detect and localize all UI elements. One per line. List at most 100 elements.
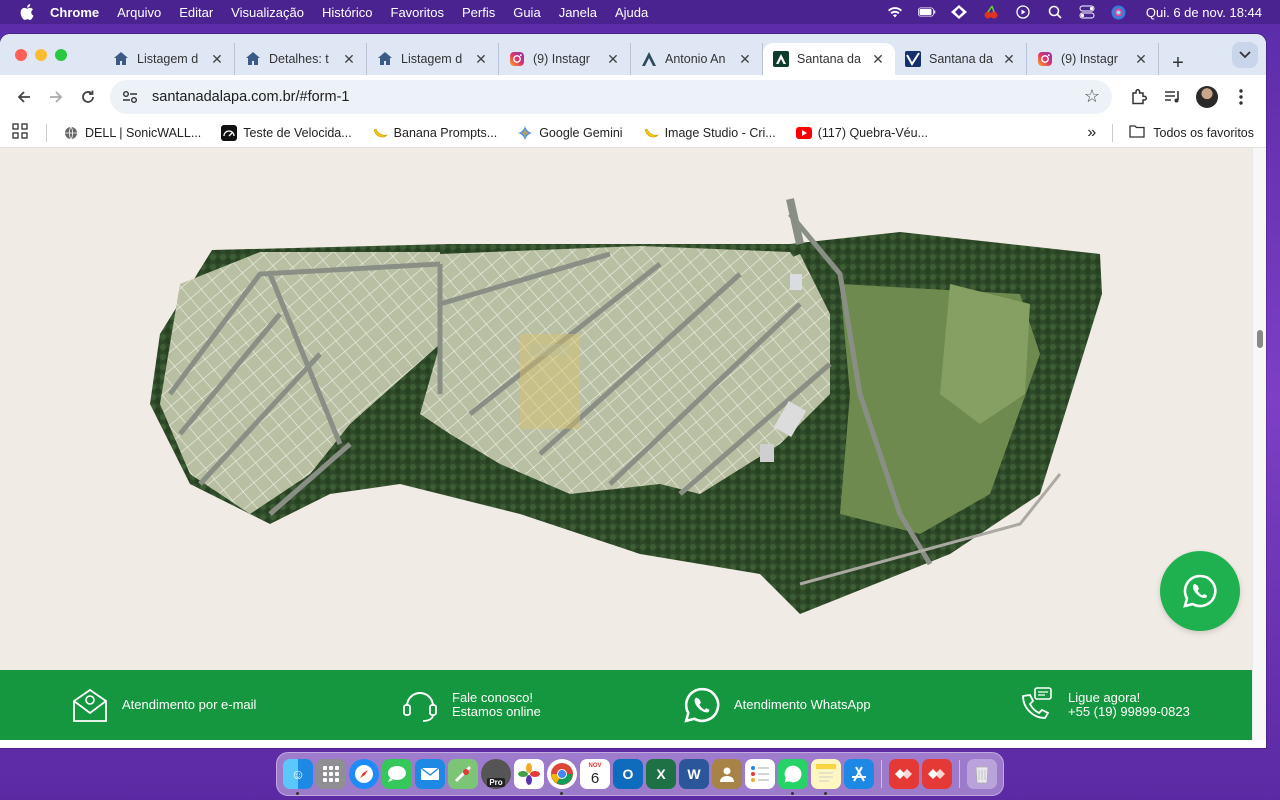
profile-avatar[interactable] — [1190, 81, 1224, 113]
tab-close-icon[interactable]: ✕ — [1002, 51, 1016, 68]
dock-launchpad-icon[interactable] — [316, 759, 346, 789]
control-center-icon[interactable] — [1078, 5, 1096, 19]
dock-app-store-icon[interactable] — [844, 759, 874, 789]
calendar-day: 6 — [590, 770, 600, 787]
dock-chrome-icon[interactable] — [547, 759, 577, 795]
tab-listagem-2[interactable]: Listagem d ✕ — [367, 43, 499, 75]
dock-contacts-icon[interactable] — [712, 759, 742, 789]
bookmark-dell-sonicwall[interactable]: DELL | SonicWALL... — [63, 125, 201, 141]
bookmark-google-gemini[interactable]: Google Gemini — [517, 124, 623, 141]
house-icon — [113, 51, 129, 67]
contact-online[interactable]: Fale conosco! Estamos online — [400, 685, 541, 725]
tab-close-icon[interactable]: ✕ — [1134, 51, 1148, 68]
media-control-icon[interactable] — [1156, 81, 1190, 113]
tab-listagem-1[interactable]: Listagem d ✕ — [103, 43, 235, 75]
dock-reminders-icon[interactable] — [745, 759, 775, 789]
dock-excel-icon[interactable]: X — [646, 759, 676, 789]
tab-close-icon[interactable]: ✕ — [606, 51, 620, 68]
siri-icon[interactable] — [1110, 5, 1128, 19]
wifi-icon[interactable] — [886, 5, 904, 19]
dock-calendar-icon[interactable]: NOV 6 — [580, 759, 610, 789]
diamond-app-icon[interactable] — [950, 5, 968, 19]
scrollbar-thumb[interactable] — [1257, 330, 1263, 348]
tab-close-icon[interactable]: ✕ — [738, 51, 752, 68]
bookmark-teste-velocidade[interactable]: Teste de Velocida... — [221, 124, 352, 141]
tab-antonio[interactable]: Antonio An ✕ — [631, 43, 763, 75]
apple-icon[interactable] — [20, 4, 36, 20]
page-scrollbar[interactable] — [1252, 148, 1266, 740]
minimize-window-button[interactable] — [35, 48, 47, 61]
dock-finder-icon[interactable]: ☺ — [283, 759, 313, 795]
all-bookmarks-label: Todos os favoritos — [1153, 125, 1254, 140]
dock-safari-icon[interactable] — [349, 759, 379, 789]
bookmark-banana-prompts[interactable]: Banana Prompts... — [372, 125, 497, 141]
spotlight-search-icon[interactable] — [1046, 5, 1064, 19]
tab-instagram-2[interactable]: (9) Instagr ✕ — [1027, 43, 1159, 75]
site-settings-icon[interactable] — [122, 90, 140, 104]
dock-outlook-icon[interactable]: O — [613, 759, 643, 789]
contact-phone[interactable]: Ligue agora! +55 (19) 99899-0823 — [1016, 685, 1190, 725]
tab-detalhes[interactable]: Detalhes: t ✕ — [235, 43, 367, 75]
menu-editar[interactable]: Editar — [179, 5, 213, 20]
all-bookmarks-folder[interactable]: Todos os favoritos — [1129, 124, 1254, 141]
bookmark-image-studio[interactable]: Image Studio - Cri... — [643, 125, 776, 141]
dock-mail-icon[interactable] — [415, 759, 445, 789]
reload-button[interactable] — [72, 81, 104, 113]
extensions-puzzle-icon[interactable] — [1122, 81, 1156, 113]
menu-ajuda[interactable]: Ajuda — [615, 5, 648, 20]
menu-historico[interactable]: Histórico — [322, 5, 373, 20]
dock-messages-icon[interactable] — [382, 759, 412, 789]
forward-button[interactable] — [40, 81, 72, 113]
tab-title: Detalhes: t — [269, 52, 329, 66]
headset-icon — [400, 685, 440, 725]
dock-pro-app-icon[interactable]: Pro — [481, 759, 511, 789]
apps-grid-icon[interactable] — [12, 123, 28, 142]
menu-guia[interactable]: Guia — [513, 5, 540, 20]
tab-close-icon[interactable]: ✕ — [474, 51, 488, 68]
tab-close-icon[interactable]: ✕ — [342, 51, 356, 68]
menu-app-name[interactable]: Chrome — [50, 5, 99, 20]
contact-online-line2: Estamos online — [452, 704, 541, 719]
tab-instagram-1[interactable]: (9) Instagr ✕ — [499, 43, 631, 75]
browser-toolbar: santanadalapa.com.br/#form-1 ☆ — [0, 75, 1266, 118]
play-circle-icon[interactable] — [1014, 5, 1032, 19]
dock-anydesk-icon-1[interactable] — [889, 759, 919, 789]
contact-email[interactable]: Atendimento por e-mail — [70, 685, 256, 725]
tab-santana-2[interactable]: Santana da ✕ — [895, 43, 1027, 75]
tab-close-icon[interactable]: ✕ — [871, 51, 885, 68]
santana-blue-logo-icon — [905, 51, 921, 67]
menu-visualizacao[interactable]: Visualização — [231, 5, 304, 20]
close-window-button[interactable] — [15, 48, 27, 61]
maximize-window-button[interactable] — [55, 48, 67, 61]
dock-word-icon[interactable]: W — [679, 759, 709, 789]
address-bar[interactable]: santanadalapa.com.br/#form-1 ☆ — [110, 79, 1112, 114]
menubar-clock[interactable]: Qui. 6 de nov. 18:44 — [1146, 5, 1262, 20]
more-bookmarks-chevron-icon[interactable]: » — [1087, 124, 1096, 142]
dock-maps-icon[interactable] — [448, 759, 478, 789]
dock-anydesk-icon-2[interactable] — [922, 759, 952, 789]
bookmark-star-icon[interactable]: ☆ — [1084, 86, 1100, 107]
dock-trash-icon[interactable] — [967, 759, 997, 789]
contact-whatsapp[interactable]: Atendimento WhatsApp — [682, 685, 871, 725]
tab-title: Listagem d — [137, 52, 199, 66]
tab-santana-active[interactable]: Santana da ✕ — [763, 43, 895, 75]
menu-janela[interactable]: Janela — [559, 5, 597, 20]
bookmark-quebra-veu[interactable]: (117) Quebra-Véu... — [795, 125, 928, 141]
cherry-app-icon[interactable] — [982, 5, 1000, 19]
menu-perfis[interactable]: Perfis — [462, 5, 495, 20]
tab-search-chevron-icon[interactable] — [1232, 42, 1258, 68]
menu-favoritos[interactable]: Favoritos — [391, 5, 444, 20]
dock-whatsapp-icon[interactable] — [778, 759, 808, 795]
url-text[interactable]: santanadalapa.com.br/#form-1 — [152, 89, 1084, 105]
menu-arquivo[interactable]: Arquivo — [117, 5, 161, 20]
dock-notes-icon[interactable] — [811, 759, 841, 795]
tab-close-icon[interactable]: ✕ — [210, 51, 224, 68]
battery-icon[interactable] — [917, 5, 936, 19]
new-tab-button[interactable]: + — [1163, 52, 1193, 75]
dock-photos-icon[interactable] — [514, 759, 544, 789]
whatsapp-float-button[interactable] — [1160, 551, 1240, 631]
house-icon — [377, 51, 393, 67]
back-button[interactable] — [8, 81, 40, 113]
chrome-menu-icon[interactable] — [1224, 81, 1258, 113]
tab-strip: Listagem d ✕ Detalhes: t ✕ Listagem d ✕ … — [0, 34, 1266, 75]
